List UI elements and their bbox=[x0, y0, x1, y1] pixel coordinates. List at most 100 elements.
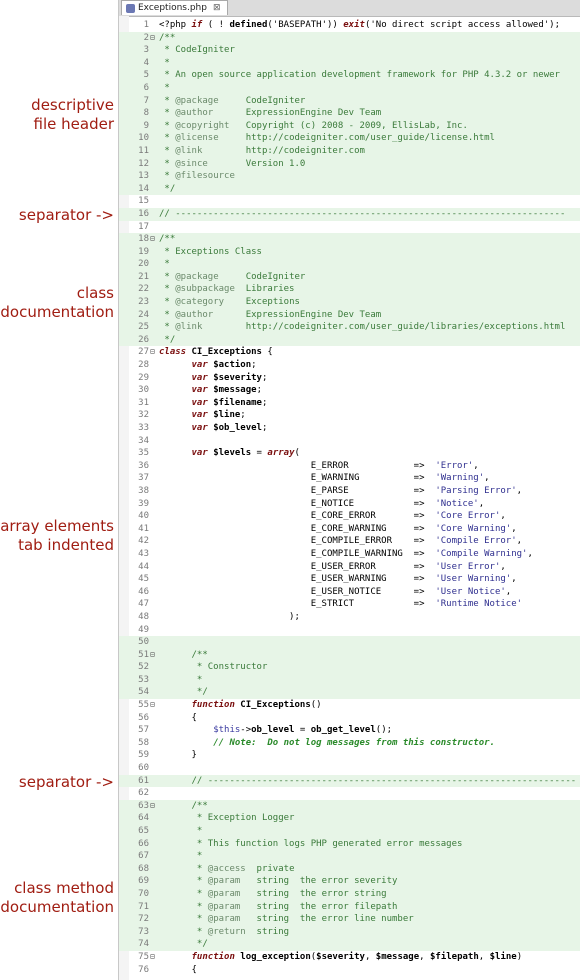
code-line[interactable]: 29 var $severity; bbox=[119, 372, 580, 385]
code-line[interactable]: 44 E_USER_ERROR => 'User Error', bbox=[119, 561, 580, 574]
code-line[interactable]: 68 * @access private bbox=[119, 862, 580, 876]
code-line[interactable]: 6 * bbox=[119, 81, 580, 95]
code-line[interactable]: 64 * Exception Logger bbox=[119, 812, 580, 825]
code-line[interactable]: 61 // ----------------------------------… bbox=[119, 774, 580, 788]
code-line[interactable]: 13 * @filesource bbox=[119, 170, 580, 183]
code-line[interactable]: 58 // Note: Do not log messages from thi… bbox=[119, 737, 580, 750]
fold-toggle-icon[interactable]: ⊟ bbox=[150, 346, 157, 359]
code-line[interactable]: 3 * CodeIgniter bbox=[119, 44, 580, 57]
code-line[interactable]: 33 var $ob_level; bbox=[119, 422, 580, 435]
fold-toggle-icon[interactable]: ⊟ bbox=[150, 800, 157, 813]
code-line[interactable]: 66 * This function logs PHP generated er… bbox=[119, 837, 580, 851]
code-line[interactable]: 76 { bbox=[119, 964, 580, 977]
code-line[interactable]: 67 * bbox=[119, 850, 580, 863]
fold-toggle-icon[interactable]: ⊟ bbox=[150, 649, 157, 662]
code-line[interactable]: 49 bbox=[119, 624, 580, 637]
php-file-icon bbox=[126, 3, 135, 13]
code-text: * bbox=[159, 850, 202, 863]
code-line[interactable]: 36 E_ERROR => 'Error', bbox=[119, 460, 580, 473]
code-line[interactable]: 53 * bbox=[119, 673, 580, 687]
code-text: * Constructor bbox=[159, 661, 267, 674]
code-line[interactable]: 1 <?php if ( ! defined('BASEPATH')) exit(… bbox=[119, 19, 580, 32]
code-line[interactable]: 4 * bbox=[119, 56, 580, 70]
code-line[interactable]: 32 var $line; bbox=[119, 409, 580, 422]
code-line[interactable]: 65 * bbox=[119, 825, 580, 838]
code-line[interactable]: 70 * @param string the error string bbox=[119, 887, 580, 901]
code-line[interactable]: 47 E_STRICT => 'Runtime Notice' bbox=[119, 598, 580, 611]
fold-toggle-icon[interactable]: ⊟ bbox=[150, 32, 157, 45]
code-line[interactable]: 63 ⊟ /** bbox=[119, 799, 580, 813]
code-line[interactable]: 75 ⊟ function log_exception($severity, $m… bbox=[119, 951, 580, 964]
line-number: 52 bbox=[138, 662, 149, 673]
code-line[interactable]: 43 E_COMPILE_WARNING => 'Compile Warning… bbox=[119, 548, 580, 561]
code-line[interactable]: 17 bbox=[119, 221, 580, 234]
code-line[interactable]: 15 bbox=[119, 195, 580, 208]
code-line[interactable]: 39 E_NOTICE => 'Notice', bbox=[119, 498, 580, 511]
code-line[interactable]: 35 var $levels = array( bbox=[119, 447, 580, 460]
code-line[interactable]: 16 // -----------------------------------… bbox=[119, 207, 580, 221]
code-line[interactable]: 21 * @package CodeIgniter bbox=[119, 270, 580, 284]
code-line[interactable]: 38 E_PARSE => 'Parsing Error', bbox=[119, 485, 580, 498]
code-line[interactable]: 60 bbox=[119, 762, 580, 775]
code-line[interactable]: 46 E_USER_NOTICE => 'User Notice', bbox=[119, 586, 580, 599]
code-token: CodeIgniter bbox=[218, 95, 306, 106]
code-line[interactable]: 45 E_USER_WARNING => 'User Warning', bbox=[119, 573, 580, 586]
code-line[interactable]: 8 * @author ExpressionEngine Dev Team bbox=[119, 107, 580, 120]
code-line[interactable]: 5 * An open source application developme… bbox=[119, 69, 580, 82]
close-icon[interactable]: ⊠ bbox=[213, 3, 221, 13]
code-token: ExpressionEngine Dev Team bbox=[213, 108, 382, 119]
code-line[interactable]: 55 ⊟ function CI_Exceptions() bbox=[119, 699, 580, 712]
code-line[interactable]: 23 * @category Exceptions bbox=[119, 296, 580, 309]
tab-exceptions-php[interactable]: Exceptions.php ⊠ bbox=[121, 0, 228, 15]
code-line[interactable]: 10 * @license http://codeigniter.com/use… bbox=[119, 132, 580, 145]
code-line[interactable]: 57 $this->ob_level = ob_get_level(); bbox=[119, 724, 580, 737]
fold-toggle-icon[interactable]: ⊟ bbox=[150, 233, 157, 246]
code-editor[interactable]: Exceptions.php ⊠ 1 <?php if ( ! defined('… bbox=[118, 0, 580, 980]
code-line[interactable]: 54 */ bbox=[119, 686, 580, 700]
code-line[interactable]: 42 E_COMPILE_ERROR => 'Compile Error', bbox=[119, 535, 580, 548]
code-line[interactable]: 34 bbox=[119, 435, 580, 448]
code-line[interactable]: 25 * @link http://codeigniter.com/user_g… bbox=[119, 321, 580, 334]
line-number: 68 bbox=[138, 863, 149, 874]
code-line[interactable]: 31 var $filename; bbox=[119, 397, 580, 410]
code-line[interactable]: 2 ⊟/** bbox=[119, 31, 580, 45]
code-line[interactable]: 48 ); bbox=[119, 611, 580, 624]
code-line[interactable]: 69 * @param string the error severity bbox=[119, 875, 580, 888]
code-line[interactable]: 9 * @copyright Copyright (c) 2008 - 2009… bbox=[119, 119, 580, 133]
code-line[interactable]: 22 * @subpackage Libraries bbox=[119, 283, 580, 297]
code-text: // -------------------------------------… bbox=[159, 208, 565, 221]
fold-toggle-icon[interactable]: ⊟ bbox=[150, 699, 157, 712]
code-line[interactable]: 71 * @param string the error filepath bbox=[119, 900, 580, 914]
code-line[interactable]: 14 */ bbox=[119, 182, 580, 196]
code-line[interactable]: 73 * @return string bbox=[119, 925, 580, 939]
code-token: @link bbox=[175, 322, 203, 333]
code-token: @author bbox=[175, 309, 214, 320]
code-line[interactable]: 72 * @param string the error line number bbox=[119, 913, 580, 926]
fold-toggle-icon[interactable]: ⊟ bbox=[150, 951, 157, 964]
code-area[interactable]: 1 <?php if ( ! defined('BASEPATH')) exit(… bbox=[119, 19, 580, 976]
code-line[interactable]: 62 bbox=[119, 787, 580, 800]
line-number: 27 bbox=[138, 347, 149, 358]
code-line[interactable]: 19 * Exceptions Class bbox=[119, 245, 580, 259]
code-line[interactable]: 26 */ bbox=[119, 333, 580, 347]
code-line[interactable]: 18 ⊟/** bbox=[119, 233, 580, 246]
code-line[interactable]: 74 */ bbox=[119, 938, 580, 951]
code-line[interactable]: 28 var $action; bbox=[119, 359, 580, 372]
code-line[interactable]: 30 var $message; bbox=[119, 384, 580, 397]
code-line[interactable]: 52 * Constructor bbox=[119, 661, 580, 674]
code-line[interactable]: 59 } bbox=[119, 749, 580, 762]
code-line[interactable]: 50 bbox=[119, 636, 580, 649]
code-line[interactable]: 56 { bbox=[119, 712, 580, 725]
code-line[interactable]: 24 * @author ExpressionEngine Dev Team bbox=[119, 308, 580, 322]
code-line[interactable]: 37 E_WARNING => 'Warning', bbox=[119, 472, 580, 485]
code-line[interactable]: 27 ⊟ class CI_Exceptions { bbox=[119, 346, 580, 359]
code-line[interactable]: 12 * @since Version 1.0 bbox=[119, 157, 580, 171]
code-line[interactable]: 41 E_CORE_WARNING => 'Core Warning', bbox=[119, 523, 580, 536]
code-line[interactable]: 7 * @package CodeIgniter bbox=[119, 94, 580, 108]
code-line[interactable]: 51 ⊟ /** bbox=[119, 648, 580, 662]
code-line[interactable]: 11 * @link http://codeigniter.com bbox=[119, 144, 580, 158]
code-text: */ bbox=[159, 686, 208, 699]
code-line[interactable]: 20 * bbox=[119, 258, 580, 271]
code-line[interactable]: 40 E_CORE_ERROR => 'Core Error', bbox=[119, 510, 580, 523]
code-text: E_USER_ERROR => 'User Error', bbox=[159, 561, 506, 574]
